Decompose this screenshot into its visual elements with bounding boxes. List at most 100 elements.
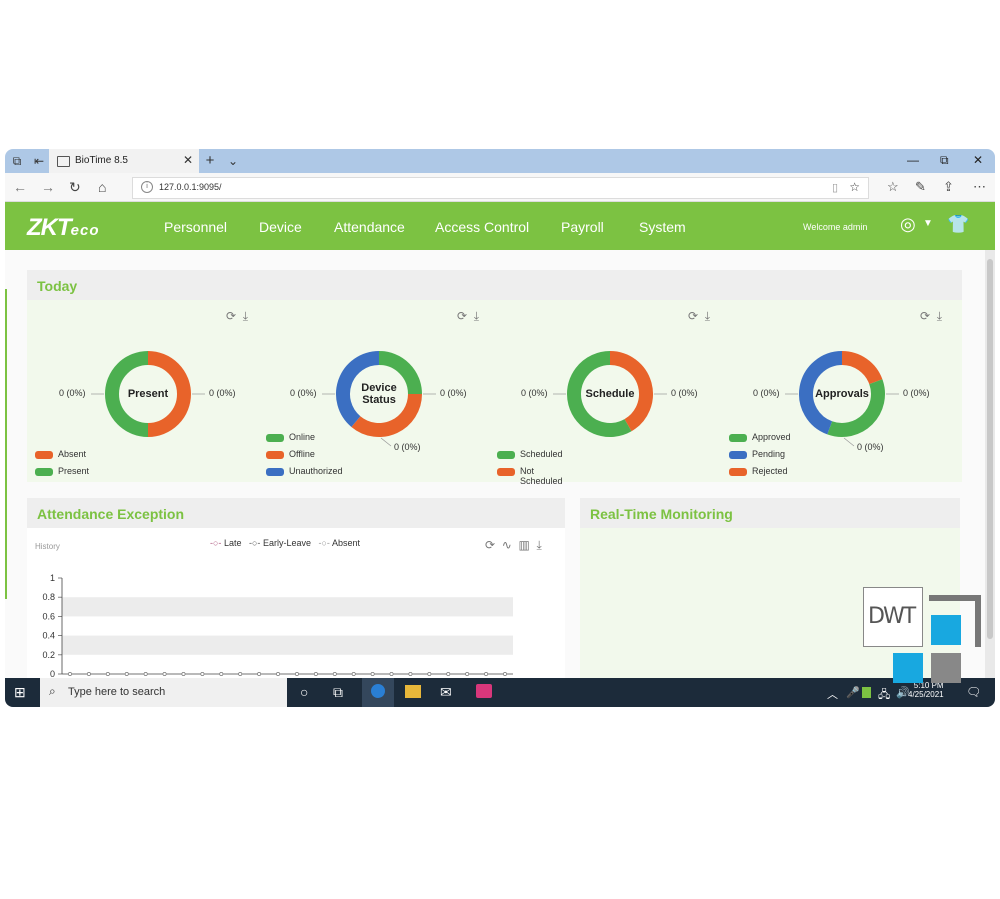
legend-swatch [266,468,284,476]
refresh-icon[interactable]: ⟳ [688,309,698,323]
donut-value-left: 0 (0%) [521,388,548,398]
legend-absent[interactable]: -○- Absent [319,538,360,548]
notes-pen-icon[interactable]: ✎ [915,179,926,195]
download-icon[interactable]: ⤓ [243,309,248,323]
y-tick-label: 0.8 [42,592,55,602]
mail-icon[interactable]: ✉ [440,684,452,701]
refresh-icon[interactable]: ⟳ [226,309,236,323]
legend-swatch [729,434,747,442]
data-point[interactable] [200,672,205,676]
today-title: Today [37,278,78,294]
user-dropdown-chevron-icon[interactable]: ▼ [923,218,933,229]
data-point[interactable] [370,672,375,676]
menu-device[interactable]: Device [259,219,302,235]
tray-chevron-icon[interactable]: ︿ [827,686,838,702]
tab-list-chevron-icon[interactable]: ⌄ [225,153,241,169]
cortana-icon[interactable]: ○ [300,684,308,700]
y-tick-label: 0.6 [42,611,55,621]
line-chart-icon[interactable]: ∿ [502,538,512,552]
toolbar-spacer [236,309,243,323]
more-options-icon[interactable]: ⋯ [973,179,986,195]
refresh-icon[interactable]: ↻ [69,179,81,196]
data-point[interactable] [124,672,129,676]
donut-value-left: 0 (0%) [59,388,86,398]
favorite-star-icon[interactable]: ☆ [849,180,860,194]
legend-early-leave[interactable]: -○- Early-Leave [249,538,311,548]
microphone-icon[interactable]: 🎤 [846,686,860,699]
theme-shirt-icon[interactable]: 👕 [947,214,969,235]
data-point[interactable] [313,672,318,676]
data-point[interactable] [219,672,224,676]
data-point[interactable] [143,672,148,676]
restore-icon[interactable]: ⧉ [940,153,949,168]
data-point[interactable] [465,672,470,676]
y-tick-label: 0.2 [42,650,55,660]
data-point[interactable] [408,672,413,676]
data-point[interactable] [257,672,262,676]
data-point[interactable] [295,672,299,676]
reading-view-icon[interactable]: ▯ [832,181,838,194]
donut-value-left: 0 (0%) [753,388,780,398]
legend-label: Offline [289,449,315,459]
toolbar-spacer [698,309,705,323]
data-point[interactable] [86,672,91,676]
download-icon[interactable]: ⤓ [474,309,479,323]
data-point[interactable] [446,672,451,676]
photos-app-icon[interactable] [476,684,492,698]
welcome-text: Welcome admin [803,222,868,232]
data-point[interactable] [68,672,72,676]
minimize-icon[interactable]: — [907,153,919,167]
edge-taskbar-button[interactable] [362,678,394,707]
forward-icon[interactable]: → [41,179,55,195]
app-header: ZKTeco Personnel Device Attendance Acces… [5,202,995,250]
file-explorer-icon[interactable] [405,685,421,698]
menu-attendance[interactable]: Attendance [334,219,405,235]
page-scrollbar-thumb[interactable] [987,259,993,639]
download-icon[interactable]: ⤓ [705,309,710,323]
home-icon[interactable]: ⌂ [98,179,106,195]
data-point[interactable] [427,672,432,676]
donut-value-right: 0 (0%) [671,388,698,398]
menu-access-control[interactable]: Access Control [435,219,529,235]
data-point[interactable] [351,672,356,676]
data-point[interactable] [238,672,243,676]
windows-start-icon[interactable]: ⊞ [14,684,26,701]
legend-label: Not Scheduled [520,466,563,486]
set-aside-tabs-icon[interactable]: ⇤ [31,153,47,169]
menu-personnel[interactable]: Personnel [164,219,227,235]
download-icon[interactable]: ⤓ [536,538,541,552]
new-tab-icon[interactable]: + [202,153,218,169]
legend-label: Unauthorized [289,466,343,476]
menu-system[interactable]: System [639,219,686,235]
donut-value-right: 0 (0%) [209,388,236,398]
legend-swatch [35,451,53,459]
data-point[interactable] [105,672,110,676]
data-point[interactable] [332,672,337,676]
refresh-icon[interactable]: ⟳ [457,309,467,323]
menu-payroll[interactable]: Payroll [561,219,604,235]
download-icon[interactable]: ⤓ [937,309,942,323]
back-icon[interactable]: ← [13,179,27,195]
refresh-icon[interactable]: ⟳ [920,309,930,323]
share-icon[interactable]: ⇪ [943,179,954,195]
data-point[interactable] [181,672,186,676]
taskbar-search[interactable]: ⌕ Type here to search [40,678,287,707]
legend-late[interactable]: -○- Late [210,538,241,548]
site-info-icon[interactable]: i [141,181,153,193]
exception-line-chart: 10.80.60.40.20 [42,573,513,679]
tab-actions-icon[interactable]: ⧉ [9,153,25,169]
data-point[interactable] [484,672,489,676]
favorites-icon[interactable]: ☆ [887,179,899,195]
close-tab-icon[interactable]: ✕ [183,153,193,167]
data-point[interactable] [389,672,394,676]
data-point[interactable] [276,672,280,676]
bar-chart-icon[interactable]: ▥ [518,538,529,552]
refresh-icon[interactable]: ⟳ [485,538,495,552]
data-point[interactable] [162,672,167,676]
browser-tab[interactable]: BioTime 8.5 ✕ [49,149,199,173]
close-window-icon[interactable]: ✕ [973,153,983,167]
url-field[interactable]: i 127.0.0.1:9095/ ▯ ☆ [132,177,869,199]
task-view-icon[interactable]: ⧉ [333,684,343,701]
data-point[interactable] [503,672,507,676]
user-avatar-icon[interactable]: ◎ [900,214,916,235]
